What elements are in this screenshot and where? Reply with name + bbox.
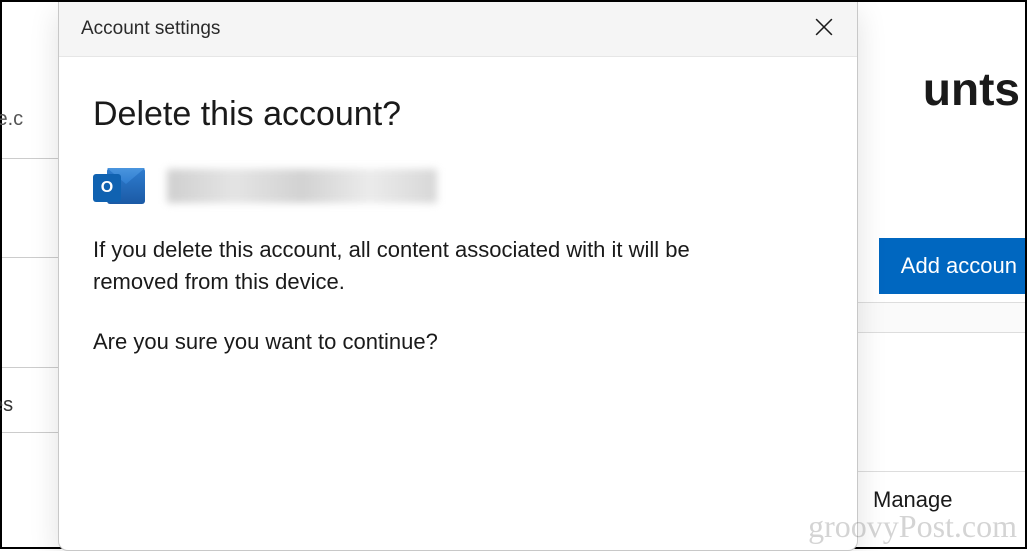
outlook-icon: O bbox=[93, 162, 145, 210]
account-row: O bbox=[93, 162, 823, 210]
dialog-heading: Delete this account? bbox=[93, 95, 823, 134]
close-button[interactable] bbox=[809, 14, 839, 44]
divider bbox=[2, 432, 58, 433]
divider bbox=[2, 367, 58, 368]
dialog-confirm-text: Are you sure you want to continue? bbox=[93, 326, 773, 358]
divider bbox=[2, 257, 58, 258]
close-icon bbox=[815, 18, 833, 41]
manage-button[interactable]: Manage bbox=[855, 471, 1025, 527]
dialog-title: Account settings bbox=[81, 18, 220, 40]
sidebar-text-fragment: ces bbox=[0, 394, 13, 417]
account-email-redacted bbox=[167, 169, 437, 203]
account-settings-dialog: Account settings Delete this account? O … bbox=[58, 2, 858, 551]
dialog-body: Delete this account? O If you delete thi… bbox=[59, 57, 857, 550]
sidebar-text-fragment: ive.c bbox=[0, 108, 23, 131]
page-title-partial: unts bbox=[923, 62, 1020, 116]
add-account-button[interactable]: Add accoun bbox=[879, 238, 1025, 294]
dialog-header: Account settings bbox=[59, 2, 857, 57]
dialog-warning-text: If you delete this account, all content … bbox=[93, 234, 773, 298]
divider bbox=[2, 158, 58, 159]
